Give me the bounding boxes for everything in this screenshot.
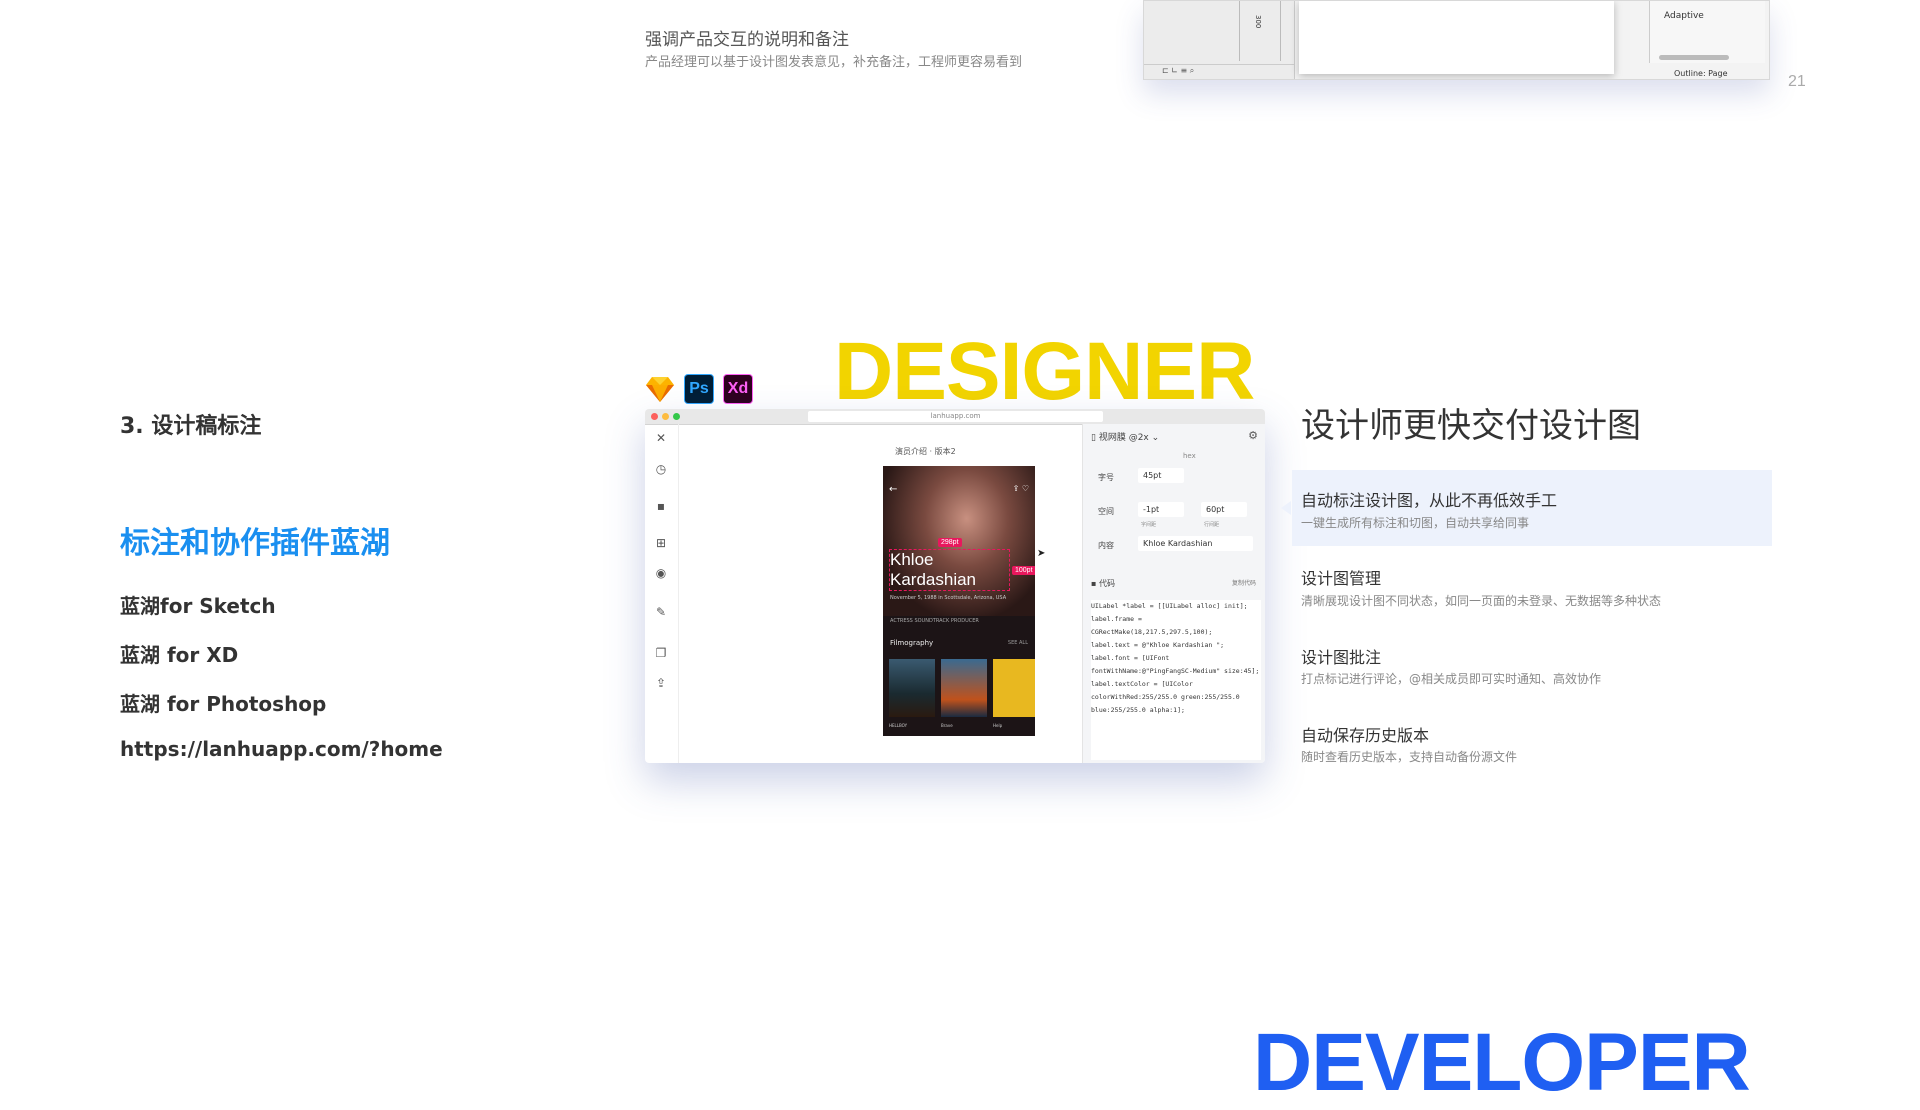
top-section-title: 强调产品交互的说明和备注	[645, 30, 849, 50]
photoshop-icon: Ps	[684, 374, 714, 404]
poster-1	[889, 659, 935, 717]
see-all-link[interactable]: SEE ALL	[1008, 640, 1028, 646]
height-badge: 100pt	[1012, 566, 1035, 575]
line-height-value[interactable]: 60pt	[1201, 502, 1247, 517]
sketch-screenshot: 300 ⊏ ∟ ≡ ⌕ Adaptive Outline: Page	[1143, 0, 1770, 80]
letter-spacing-value[interactable]: -1pt	[1138, 502, 1184, 517]
poster-caption-1: HELLBOY	[889, 723, 908, 728]
bottom-tool-icons: ⊏ ∟ ≡ ⌕	[1162, 66, 1195, 75]
poster-caption-2: Brave	[941, 723, 953, 728]
ruler: 300	[1239, 1, 1281, 61]
minimize-dot[interactable]	[662, 413, 669, 420]
spacing-label: 空间	[1098, 507, 1114, 516]
font-size-label: 字号	[1098, 473, 1114, 482]
hex-label: hex	[1183, 452, 1196, 460]
poster-3	[993, 659, 1035, 717]
comment-icon[interactable]: ▪	[653, 498, 669, 514]
url-bar[interactable]: lanhuapp.com	[808, 411, 1103, 422]
sketch-icon	[645, 374, 675, 404]
link-photoshop[interactable]: 蓝湖 for Photoshop	[120, 688, 326, 717]
content-label: 内容	[1098, 541, 1114, 550]
link-sketch[interactable]: 蓝湖for Sketch	[120, 590, 276, 619]
feature-title-2: 设计图管理	[1301, 569, 1382, 588]
back-arrow-icon: ←	[889, 484, 898, 495]
feature-title-4: 自动保存历史版本	[1301, 726, 1430, 745]
feature-desc-1: 一键生成所有标注和切图，自动共享给同事	[1301, 516, 1530, 530]
link-lanhu-home[interactable]: https://lanhuapp.com/?home	[120, 737, 443, 761]
code-label: ▪ 代码	[1091, 579, 1115, 588]
actress-meta: November 5, 1988 in Scottsdale, Arizona,…	[890, 595, 1007, 601]
developer-heading: DEVELOPER	[1253, 1017, 1751, 1108]
feature-title-1: 自动标注设计图，从此不再低效手工	[1301, 491, 1558, 510]
feature-desc-2: 清晰展现设计图不同状态，如同一页面的未登录、无数据等多种状态	[1301, 594, 1662, 608]
outline-label: Outline: Page	[1674, 69, 1728, 78]
features-heading: 设计师更快交付设计图	[1301, 406, 1641, 446]
link-xd[interactable]: 蓝湖 for XD	[120, 639, 238, 668]
copy-code-button[interactable]: 复制代码	[1232, 578, 1256, 587]
slices-icon[interactable]: ❐	[653, 645, 669, 661]
artboard	[1299, 1, 1614, 74]
feature-desc-3: 打点标记进行评论，@相关成员即可实时通知、高效协作	[1301, 672, 1602, 686]
filmography-label: Filmography	[890, 639, 934, 647]
sketch-bottom-bar: ⊏ ∟ ≡ ⌕	[1144, 64, 1294, 79]
share-heart-icon: ⇪ ♡	[1012, 484, 1029, 493]
feature-title-3: 设计图批注	[1301, 648, 1382, 667]
ruler-label: 300	[1254, 15, 1262, 29]
font-size-value[interactable]: 45pt	[1138, 468, 1184, 483]
width-badge: 298pt	[938, 538, 962, 547]
settings-icon[interactable]: ⚙	[1248, 429, 1258, 442]
history-icon[interactable]: ◷	[653, 461, 669, 477]
top-section-subtitle: 产品经理可以基于设计图发表意见，补充备注，工程师更容易看到	[645, 55, 1023, 70]
feature-desc-4: 随时查看历史版本，支持自动备份源文件	[1301, 750, 1518, 764]
actress-tags: ACTRESS SOUNDTRACK PRODUCER	[890, 618, 979, 624]
designer-heading: DESIGNER	[834, 326, 1255, 417]
feature-pointer	[1281, 501, 1291, 515]
actress-name: Khloe Kardashian	[890, 550, 977, 589]
plugin-title: 标注和协作插件蓝湖	[120, 526, 390, 561]
inspector-adaptive-label: Adaptive	[1664, 11, 1704, 21]
toolbar-left: ✕ ◷ ▪ ⊞ ◉ ✎ ❐ ⇪	[645, 424, 679, 763]
spec-panel: ▯ 视网膜 @2x ⌄ ⚙ hex 字号 45pt 空间 -1pt 60pt 字…	[1082, 424, 1265, 763]
page-number: 21	[1788, 73, 1806, 90]
section-title: 3. 设计稿标注	[120, 414, 262, 439]
poster-2	[941, 659, 987, 717]
lanhu-browser-window: lanhuapp.com ✕ ◷ ▪ ⊞ ◉ ✎ ❐ ⇪ 演员介绍 · 版本2 …	[645, 409, 1265, 763]
breadcrumb: 演员介绍 · 版本2	[895, 447, 956, 456]
xd-icon: Xd	[723, 374, 753, 404]
add-comment-icon[interactable]: ⊞	[653, 535, 669, 551]
mouse-cursor-icon: ➤	[1037, 548, 1046, 559]
browser-titlebar: lanhuapp.com	[645, 409, 1265, 425]
content-value[interactable]: Khloe Kardashian	[1138, 536, 1253, 551]
close-icon[interactable]: ✕	[653, 430, 669, 446]
share-icon[interactable]: ⇪	[653, 675, 669, 691]
eye-icon[interactable]: ◉	[653, 565, 669, 581]
poster-caption-3: Help	[993, 723, 1003, 728]
resolution-selector[interactable]: ▯ 视网膜 @2x ⌄	[1091, 430, 1159, 443]
maximize-dot[interactable]	[673, 413, 680, 420]
inspector-scrollbar[interactable]	[1659, 55, 1729, 60]
code-block: UILabel *label = [[UILabel alloc] init];…	[1091, 600, 1261, 760]
letter-spacing-caption: 字间距	[1141, 522, 1157, 528]
pen-icon[interactable]: ✎	[653, 604, 669, 620]
line-height-caption: 行间距	[1204, 522, 1220, 528]
close-dot[interactable]	[651, 413, 658, 420]
phone-mockup: ← ⇪ ♡ Khloe Kardashian 298pt 100pt Novemb…	[883, 466, 1035, 736]
